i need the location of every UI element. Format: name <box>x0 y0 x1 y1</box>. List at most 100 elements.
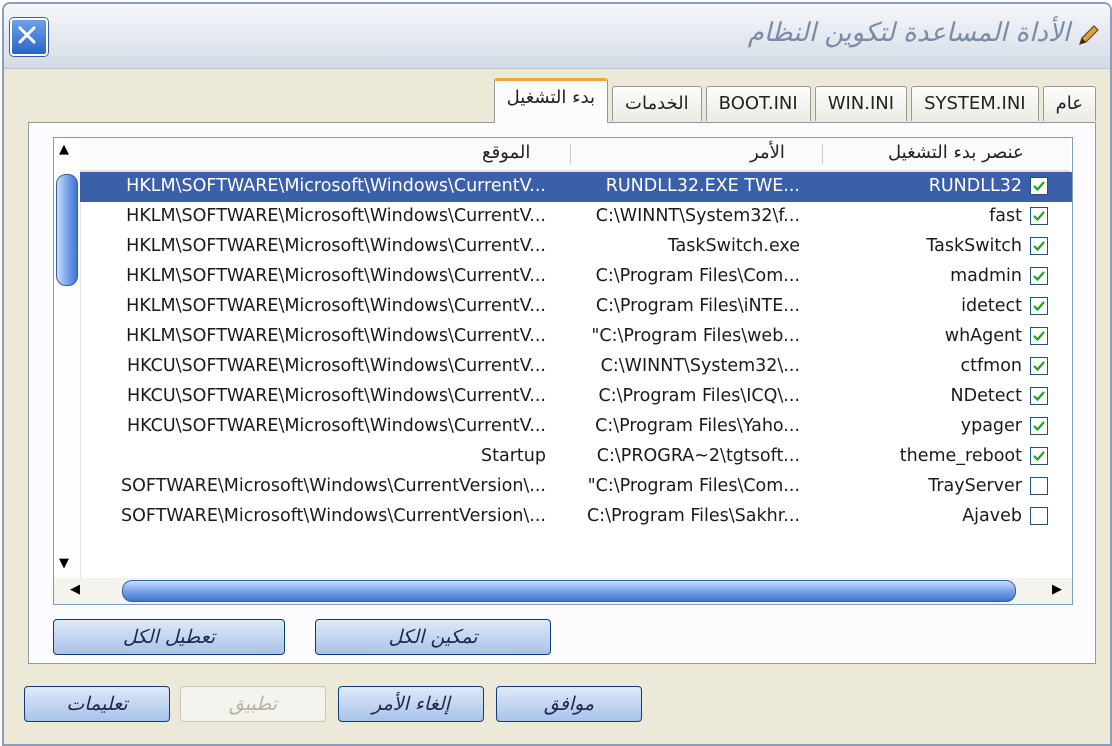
checkmark-icon <box>1033 361 1045 372</box>
checkmark-icon <box>1033 241 1045 252</box>
startup-item-checkbox[interactable] <box>1030 237 1048 255</box>
startup-item-checkbox[interactable] <box>1030 357 1048 375</box>
table-row[interactable]: HKLM\SOFTWARE\Microsoft\Windows\CurrentV… <box>80 292 1072 322</box>
column-header-startup-item[interactable]: عنصر بدء التشغيل <box>888 142 1024 163</box>
scroll-right-icon[interactable]: ▶ <box>1052 582 1062 597</box>
column-divider[interactable] <box>822 144 823 164</box>
close-button[interactable] <box>10 18 48 56</box>
checkmark-icon <box>1033 331 1045 342</box>
checkmark-icon <box>1033 211 1045 222</box>
cell-command: C:\PROGRA~2\tgtsoft... <box>596 446 800 466</box>
cell-location: HKLM\SOFTWARE\Microsoft\Windows\CurrentV… <box>126 296 546 316</box>
cell-location: SOFTWARE\Microsoft\Windows\CurrentVersio… <box>121 476 546 496</box>
cell-location: HKCU\SOFTWARE\Microsoft\Windows\CurrentV… <box>126 356 546 376</box>
apply-button[interactable]: تطبيق <box>180 686 326 722</box>
tab-win-ini[interactable]: WIN.INI <box>814 86 908 121</box>
table-row[interactable]: HKLM\SOFTWARE\Microsoft\Windows\CurrentV… <box>80 172 1072 202</box>
horizontal-scroll-thumb[interactable] <box>122 580 1016 602</box>
tab-system-ini[interactable]: SYSTEM.INI <box>911 86 1039 121</box>
cell-command: C:\WINNT\System32\... <box>600 356 800 376</box>
table-row[interactable]: HKCU\SOFTWARE\Microsoft\Windows\CurrentV… <box>80 412 1072 442</box>
column-header-location[interactable]: الموقع <box>482 142 530 163</box>
cell-location: HKLM\SOFTWARE\Microsoft\Windows\CurrentV… <box>126 326 546 346</box>
table-row[interactable]: HKCU\SOFTWARE\Microsoft\Windows\CurrentV… <box>80 382 1072 412</box>
vertical-scroll-thumb[interactable] <box>56 174 78 286</box>
startup-item-checkbox[interactable] <box>1030 477 1048 495</box>
help-button[interactable]: تعليمات <box>24 686 170 722</box>
table-row[interactable]: SOFTWARE\Microsoft\Windows\CurrentVersio… <box>80 502 1072 532</box>
system-config-window: الأداة المساعدة لتكوين النظام عام SYSTEM… <box>2 2 1112 746</box>
startup-item-checkbox[interactable] <box>1030 447 1048 465</box>
cell-startup-item: NDetect <box>950 386 1022 406</box>
startup-item-checkbox[interactable] <box>1030 387 1048 405</box>
table-row[interactable]: HKLM\SOFTWARE\Microsoft\Windows\CurrentV… <box>80 322 1072 352</box>
cell-command: C:\WINNT\System32\f... <box>595 206 800 226</box>
cell-command: C:\Program Files\ICQ\... <box>598 386 800 406</box>
cell-location: HKCU\SOFTWARE\Microsoft\Windows\CurrentV… <box>126 416 546 436</box>
column-header-command[interactable]: الأمر <box>750 142 785 163</box>
scroll-left-icon[interactable]: ◀ <box>70 582 80 597</box>
cell-command: TaskSwitch.exe <box>667 236 800 256</box>
cell-startup-item: theme_reboot <box>899 446 1022 466</box>
horizontal-scrollbar[interactable]: ◀ ▶ <box>54 578 1072 604</box>
cell-startup-item: TrayServer <box>928 476 1022 496</box>
cell-command: C:\Program Files\Yaho... <box>595 416 800 436</box>
scroll-up-icon[interactable]: ▲ <box>59 142 69 157</box>
startup-list: ▲ ▼ الموقع الأمر عنصر بدء التشغيل HKLM\S… <box>53 137 1073 605</box>
checkmark-icon <box>1033 271 1045 282</box>
startup-panel: ▲ ▼ الموقع الأمر عنصر بدء التشغيل HKLM\S… <box>28 122 1096 664</box>
checkmark-icon <box>1033 181 1045 192</box>
table-row[interactable]: HKCU\SOFTWARE\Microsoft\Windows\CurrentV… <box>80 352 1072 382</box>
cell-command: "C:\Program Files\web... <box>591 326 800 346</box>
scroll-down-icon[interactable]: ▼ <box>59 556 69 571</box>
startup-item-checkbox[interactable] <box>1030 327 1048 345</box>
cell-location: HKLM\SOFTWARE\Microsoft\Windows\CurrentV… <box>126 266 546 286</box>
cell-location: HKLM\SOFTWARE\Microsoft\Windows\CurrentV… <box>126 176 546 196</box>
disable-all-button[interactable]: تعطيل الكل <box>53 619 285 655</box>
enable-all-button[interactable]: تمكين الكل <box>315 619 551 655</box>
cell-command: C:\Program Files\Sakhr... <box>586 506 800 526</box>
cancel-button[interactable]: إلغاء الأمر <box>338 686 484 722</box>
cell-startup-item: whAgent <box>944 326 1022 346</box>
startup-item-checkbox[interactable] <box>1030 417 1048 435</box>
cell-startup-item: RUNDLL32 <box>928 176 1022 196</box>
table-row[interactable]: Startup C:\PROGRA~2\tgtsoft... theme_reboo… <box>80 442 1072 472</box>
cell-location: HKLM\SOFTWARE\Microsoft\Windows\CurrentV… <box>126 206 546 226</box>
cell-startup-item: fast <box>989 206 1022 226</box>
cell-location: HKLM\SOFTWARE\Microsoft\Windows\CurrentV… <box>126 236 546 256</box>
startup-item-checkbox[interactable] <box>1030 507 1048 525</box>
tab-general[interactable]: عام <box>1042 86 1096 121</box>
cell-location: SOFTWARE\Microsoft\Windows\CurrentVersio… <box>121 506 546 526</box>
startup-item-checkbox[interactable] <box>1030 177 1048 195</box>
cell-startup-item: ypager <box>960 416 1022 436</box>
pencil-tool-icon <box>1079 25 1099 45</box>
close-x-icon <box>18 26 36 44</box>
table-row[interactable]: HKLM\SOFTWARE\Microsoft\Windows\CurrentV… <box>80 232 1072 262</box>
cell-startup-item: madmin <box>950 266 1022 286</box>
cell-startup-item: TaskSwitch <box>926 236 1022 256</box>
table-row[interactable]: HKLM\SOFTWARE\Microsoft\Windows\CurrentV… <box>80 262 1072 292</box>
startup-item-checkbox[interactable] <box>1030 297 1048 315</box>
cell-location: Startup <box>481 446 546 466</box>
checkmark-icon <box>1033 451 1045 462</box>
title-bar: الأداة المساعدة لتكوين النظام <box>4 4 1110 69</box>
cell-command: C:\Program Files\iNTE... <box>595 296 800 316</box>
list-rows: HKLM\SOFTWARE\Microsoft\Windows\CurrentV… <box>80 172 1072 532</box>
cell-command: RUNDLL32.EXE TWE... <box>605 176 800 196</box>
tab-boot-ini[interactable]: BOOT.INI <box>705 86 811 121</box>
table-row[interactable]: SOFTWARE\Microsoft\Windows\CurrentVersio… <box>80 472 1072 502</box>
window-title: الأداة المساعدة لتكوين النظام <box>747 18 1070 48</box>
table-row[interactable]: HKLM\SOFTWARE\Microsoft\Windows\CurrentV… <box>80 202 1072 232</box>
checkmark-icon <box>1033 421 1045 432</box>
tab-services[interactable]: الخدمات <box>612 86 702 121</box>
tab-strip: عام SYSTEM.INI WIN.INI BOOT.INI الخدمات … <box>493 78 1096 123</box>
cell-command: "C:\Program Files\Com... <box>587 476 800 496</box>
vertical-scrollbar[interactable]: ▲ ▼ <box>54 138 81 578</box>
ok-button[interactable]: موافق <box>496 686 642 722</box>
startup-item-checkbox[interactable] <box>1030 267 1048 285</box>
startup-item-checkbox[interactable] <box>1030 207 1048 225</box>
cell-startup-item: ctfmon <box>960 356 1023 376</box>
list-header: الموقع الأمر عنصر بدء التشغيل <box>80 138 1070 172</box>
column-divider[interactable] <box>570 144 571 164</box>
tab-startup[interactable]: بدء التشغيل <box>493 78 609 123</box>
